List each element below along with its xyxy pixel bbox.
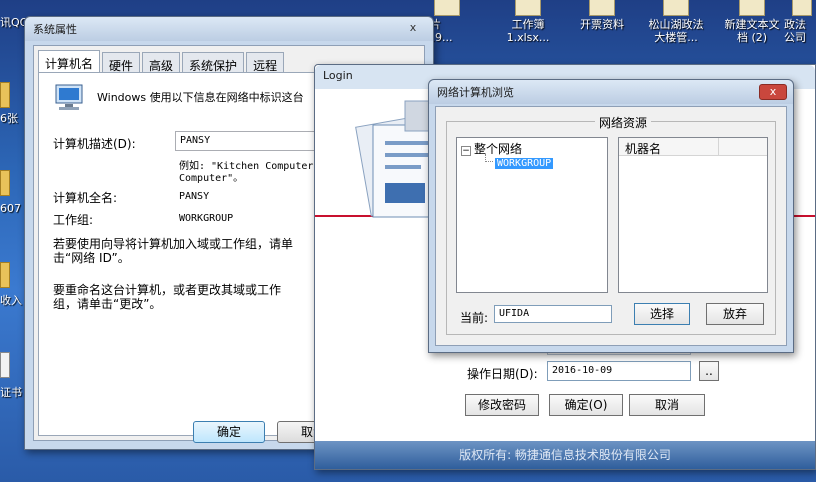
edge-label: 收入 (0, 294, 22, 307)
example-text-continued: Computer"。 (179, 173, 244, 184)
desktop-icon-new-text[interactable]: 新建文本文 档 (2) (710, 0, 794, 44)
copyright-text: 版权所有: 畅捷通信息技术股份有限公司 (459, 448, 671, 462)
ok-button[interactable]: 确定 (193, 421, 265, 443)
desktop-icon-workbook[interactable]: 工作簿 1.xlsx... (486, 0, 570, 44)
current-label: 当前: (460, 311, 489, 325)
desktop-icon-label: 政法 公司 (784, 18, 806, 44)
network-browse-body: 网络资源 − 整个网络 WORKGROUP 机器名 当前: UFIDA 选择 放弃 (435, 106, 787, 346)
login-ok-button[interactable]: 确定(O) (549, 394, 623, 416)
change-password-button[interactable]: 修改密码 (465, 394, 539, 416)
tab-strip: 计算机名 硬件 高级 系统保护 远程 (38, 50, 286, 73)
collapse-icon[interactable]: − (461, 146, 471, 156)
document-icon (0, 352, 10, 378)
login-cancel-button[interactable]: 取消 (629, 394, 705, 416)
document-file-icon (792, 0, 812, 16)
network-browse-window: 网络计算机浏览 x 网络资源 − 整个网络 WORKGROUP 机器名 当前: U… (428, 79, 794, 353)
tab-advanced[interactable]: 高级 (142, 52, 181, 73)
current-value: UFIDA (499, 308, 530, 319)
desktop-icon-law[interactable]: 政法 公司 (784, 0, 816, 44)
rename-text: 要重命名这台计算机，或者更改其域或工作组，请单击“更改”。 (53, 283, 282, 311)
document-file-icon (663, 0, 689, 16)
fullname-label: 计算机全名: (53, 191, 118, 205)
tab-remote[interactable]: 远程 (246, 52, 285, 73)
current-input[interactable]: UFIDA (494, 305, 612, 323)
edge-label: 证书 (0, 386, 22, 399)
folder-icon (589, 0, 615, 16)
desktop-icon-label: 新建文本文 档 (2) (724, 18, 780, 44)
desktop-icon-building[interactable]: 松山湖政法 大楼管... (634, 0, 718, 44)
description-value: PANSY (180, 135, 211, 146)
network-tree[interactable]: − 整个网络 WORKGROUP (456, 137, 608, 293)
network-id-text: 若要使用向导将计算机加入域或工作组，请单击“网络 ID”。 (53, 237, 294, 265)
edge-label: 607 (0, 202, 21, 215)
desktop-icon-label: 开票资料 (580, 18, 624, 31)
system-properties-titlebar[interactable]: 系统属性 (25, 17, 433, 41)
desktop-icon-label: 松山湖政法 大楼管... (648, 18, 704, 44)
copyright-bar: 版权所有: 畅捷通信息技术股份有限公司 (315, 441, 815, 469)
workgroup-value: WORKGROUP (179, 213, 234, 224)
tab-system-protection[interactable]: 系统保护 (182, 52, 245, 73)
description-label: 计算机描述(D): (53, 137, 136, 151)
select-button[interactable]: 选择 (634, 303, 690, 325)
tab-computer-name[interactable]: 计算机名 (38, 50, 101, 72)
date-value: 2016-10-09 (552, 365, 613, 376)
window-title: Login (323, 69, 353, 82)
folder-icon (0, 82, 10, 108)
date-picker-button[interactable]: .. (699, 361, 719, 381)
image-file-icon (434, 0, 460, 16)
group-title: 网络资源 (595, 114, 652, 131)
close-icon[interactable]: x (399, 21, 427, 37)
close-icon[interactable]: x (759, 84, 787, 100)
tree-node-workgroup[interactable]: WORKGROUP (495, 155, 554, 169)
tree-connector (485, 154, 493, 162)
edge-label: 6张 (0, 112, 18, 125)
workgroup-label: 工作组: (53, 213, 94, 227)
tree-root-label: 整个网络 (474, 142, 523, 156)
date-input[interactable]: 2016-10-09 (547, 361, 691, 381)
excel-file-icon (515, 0, 541, 16)
desktop-icon-label: 工作簿 1.xlsx... (506, 18, 550, 44)
computer-icon (55, 84, 83, 110)
tree-child-label: WORKGROUP (495, 158, 554, 169)
window-title: 网络计算机浏览 (437, 86, 514, 99)
date-label: 操作日期(D): (467, 367, 538, 381)
abandon-button[interactable]: 放弃 (706, 303, 764, 325)
folder-icon (0, 262, 10, 288)
tab-hardware[interactable]: 硬件 (102, 52, 141, 73)
fullname-value: PANSY (179, 191, 210, 202)
folder-icon (0, 170, 10, 196)
network-browse-titlebar[interactable]: 网络计算机浏览 (429, 80, 793, 104)
text-file-icon (739, 0, 765, 16)
list-header: 机器名 (619, 138, 767, 156)
column-machine-name[interactable]: 机器名 (619, 138, 719, 156)
desktop-icon-invoice[interactable]: 开票资料 (560, 0, 644, 31)
machine-list[interactable]: 机器名 (618, 137, 768, 293)
window-title: 系统属性 (33, 23, 77, 36)
